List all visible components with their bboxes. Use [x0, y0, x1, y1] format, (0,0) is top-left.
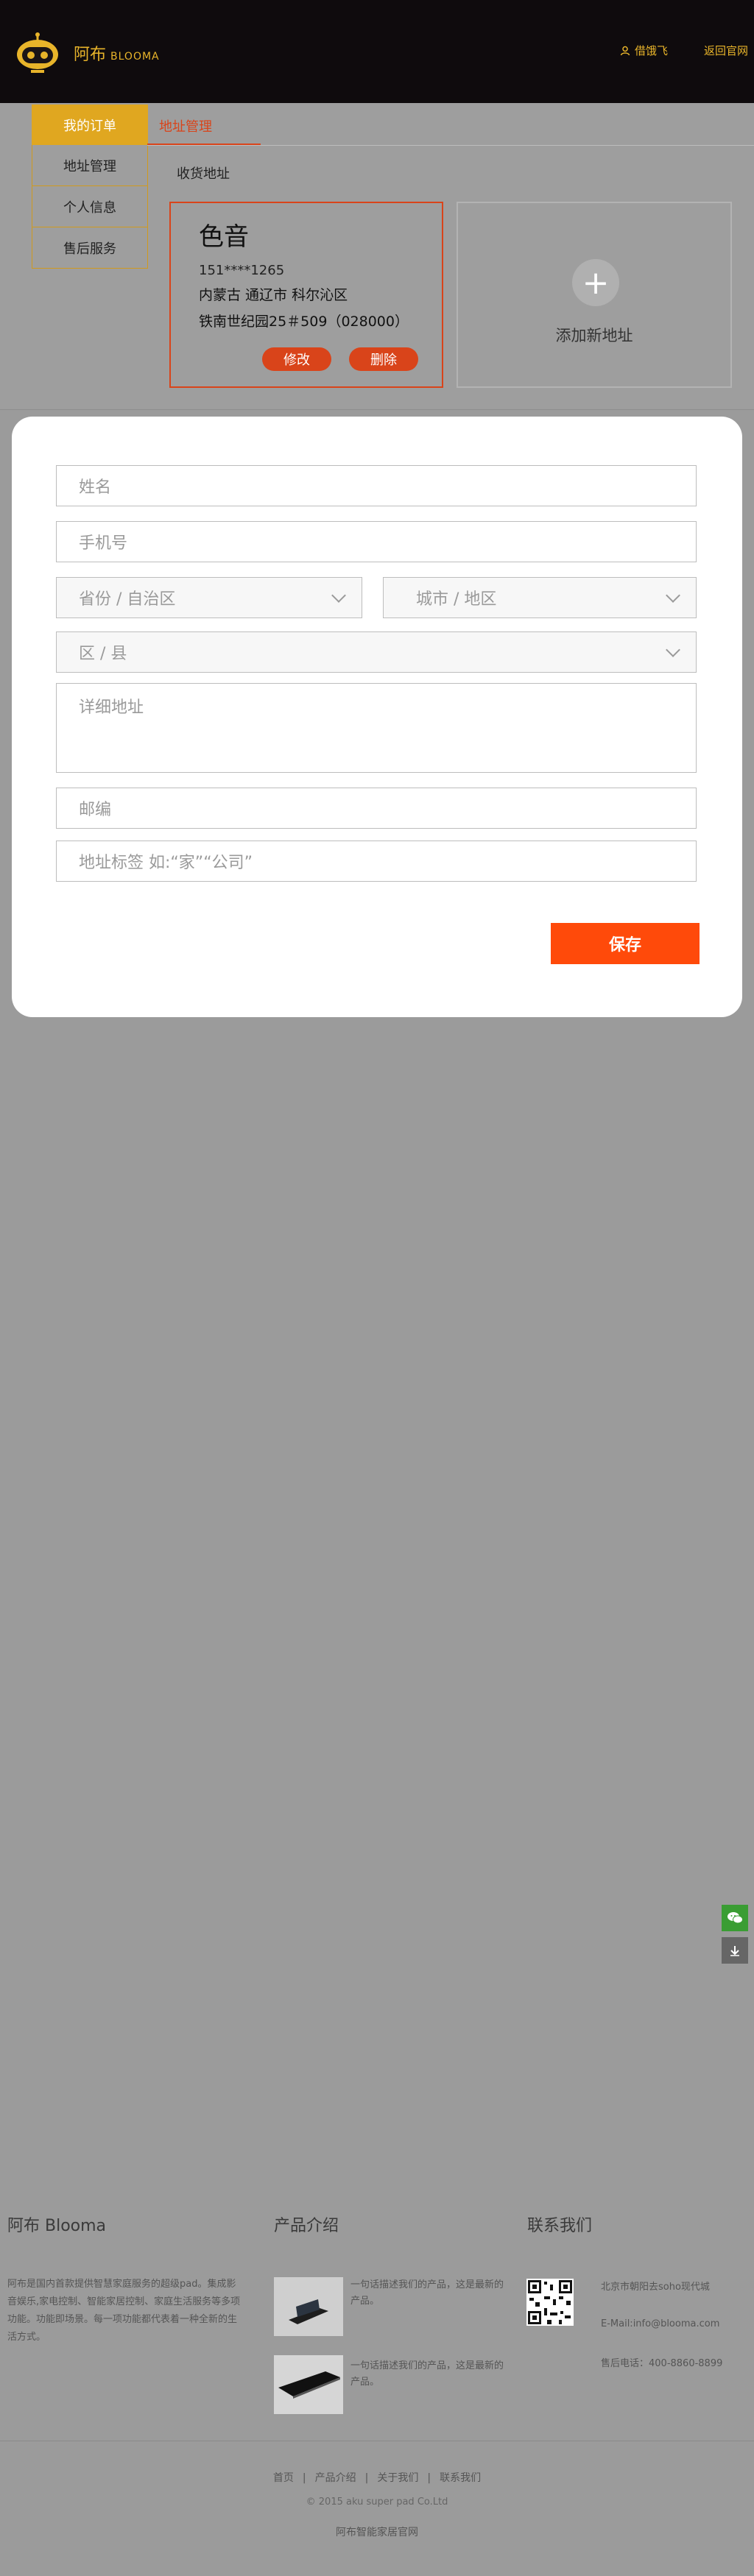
footer-link-separator: |	[302, 2472, 306, 2484]
page-divider	[0, 409, 754, 410]
footer-link-separator: |	[364, 2472, 369, 2484]
sidebar-item-address-management[interactable]: 地址管理	[32, 145, 148, 186]
brand-name-cn: 阿布	[74, 46, 107, 64]
footer-link-separator: |	[427, 2472, 431, 2484]
blooma-robot-logo-icon[interactable]	[13, 31, 62, 75]
address-card-actions: 修改 删除	[262, 347, 418, 371]
footer-link-home[interactable]: 首页	[273, 2472, 294, 2484]
address-form-modal: 姓名 手机号 省份 / 自治区 城市 / 地区 区 / 县 详细地址 邮编 地址…	[12, 417, 742, 1017]
tab-address-management[interactable]: 地址管理	[147, 112, 261, 146]
brand-name-en: BLOOMA	[110, 51, 160, 63]
delete-address-button[interactable]: 删除	[349, 347, 418, 371]
footer-products-title: 产品介绍	[274, 2217, 339, 2235]
plus-icon: +	[572, 259, 619, 306]
user-icon	[620, 46, 630, 55]
address-recipient-name: 色音	[199, 222, 249, 252]
phone-input[interactable]: 手机号	[56, 521, 697, 562]
footer-link-products[interactable]: 产品介绍	[315, 2472, 356, 2484]
section-title: 收货地址	[177, 166, 230, 182]
contact-email[interactable]: E-Mail:info@blooma.com	[601, 2318, 719, 2329]
copyright-text: © 2015 aku super pad Co.Ltd	[306, 2497, 448, 2508]
address-card[interactable]: 色音 151****1265 内蒙古 通辽市 科尔沁区 铁南世纪园25＃509（…	[169, 202, 443, 388]
city-select-placeholder: 城市 / 地区	[416, 590, 497, 609]
detail-address-textarea[interactable]: 详细地址	[56, 683, 697, 773]
address-phone: 151****1265	[199, 263, 285, 278]
add-new-address-label: 添加新地址	[555, 327, 633, 344]
user-name: 借饿飞	[635, 44, 669, 57]
product-pad-image[interactable]	[274, 2355, 343, 2414]
product-description-2: 一句话描述我们的产品，这是最新的产品。	[350, 2360, 504, 2388]
zip-code-placeholder: 邮编	[79, 801, 112, 819]
province-select[interactable]: 省份 / 自治区	[56, 577, 362, 618]
contact-address: 北京市朝阳去soho现代城	[601, 2282, 710, 2293]
wechat-float-button[interactable]	[722, 1905, 748, 1931]
top-header: 阿布 BLOOMA 借饿飞 返回官网	[0, 0, 754, 103]
name-input-placeholder: 姓名	[79, 478, 112, 497]
sidebar-item-personal-info[interactable]: 个人信息	[32, 186, 148, 227]
zip-code-input[interactable]: 邮编	[56, 788, 697, 829]
address-tag-input[interactable]: 地址标签 如:“家”“公司”	[56, 841, 697, 882]
back-to-official-site-link[interactable]: 返回官网	[704, 43, 748, 58]
city-select[interactable]: 城市 / 地区	[383, 577, 697, 618]
name-input[interactable]: 姓名	[56, 465, 697, 506]
chevron-down-icon	[331, 588, 346, 603]
account-sidebar: 我的订单 地址管理 个人信息 售后服务	[32, 105, 148, 269]
phone-input-placeholder: 手机号	[79, 534, 128, 553]
sidebar-item-my-orders[interactable]: 我的订单	[32, 105, 148, 145]
footer-link-contact[interactable]: 联系我们	[440, 2472, 481, 2484]
scroll-down-float-button[interactable]	[722, 1937, 748, 1964]
arrow-down-icon	[730, 1946, 739, 1956]
user-account-link[interactable]: 借饿飞	[620, 43, 668, 58]
qr-code-icon	[526, 2279, 574, 2326]
footer-nav: 首页 | 产品介绍 | 关于我们 | 联系我们	[0, 2470, 754, 2485]
footer-about-title: 阿布 Blooma	[7, 2217, 107, 2235]
district-select-placeholder: 区 / 县	[79, 645, 127, 663]
edit-address-button[interactable]: 修改	[262, 347, 331, 371]
province-select-placeholder: 省份 / 自治区	[79, 590, 176, 609]
chevron-down-icon	[666, 643, 680, 657]
contact-phone: 售后电话：400-8860-8899	[601, 2358, 723, 2369]
footer-site-name: 阿布智能家居官网	[336, 2527, 418, 2538]
address-detail: 铁南世纪园25＃509（028000）	[199, 314, 409, 330]
detail-address-placeholder: 详细地址	[79, 698, 144, 717]
product-description-1: 一句话描述我们的产品，这是最新的产品。	[350, 2279, 504, 2307]
product-tablet-image[interactable]	[274, 2277, 343, 2336]
chevron-down-icon	[666, 588, 680, 603]
add-new-address-card[interactable]: + 添加新地址	[457, 202, 732, 388]
sidebar-item-after-sales[interactable]: 售后服务	[32, 227, 148, 269]
save-button[interactable]: 保存	[551, 923, 700, 964]
district-select[interactable]: 区 / 县	[56, 631, 697, 673]
address-tag-placeholder: 地址标签 如:“家”“公司”	[79, 854, 253, 872]
address-region: 内蒙古 通辽市 科尔沁区	[199, 287, 348, 303]
footer-contact-title: 联系我们	[527, 2217, 593, 2235]
footer-link-about[interactable]: 关于我们	[377, 2472, 418, 2484]
brand-name[interactable]: 阿布 BLOOMA	[74, 41, 160, 65]
footer-about-description: 阿布是国内首款提供智慧家庭服务的超级pad。集成影音娱乐,家电控制、智能家居控制…	[7, 2279, 241, 2343]
tab-divider	[147, 145, 754, 146]
wechat-icon	[727, 1912, 743, 1924]
